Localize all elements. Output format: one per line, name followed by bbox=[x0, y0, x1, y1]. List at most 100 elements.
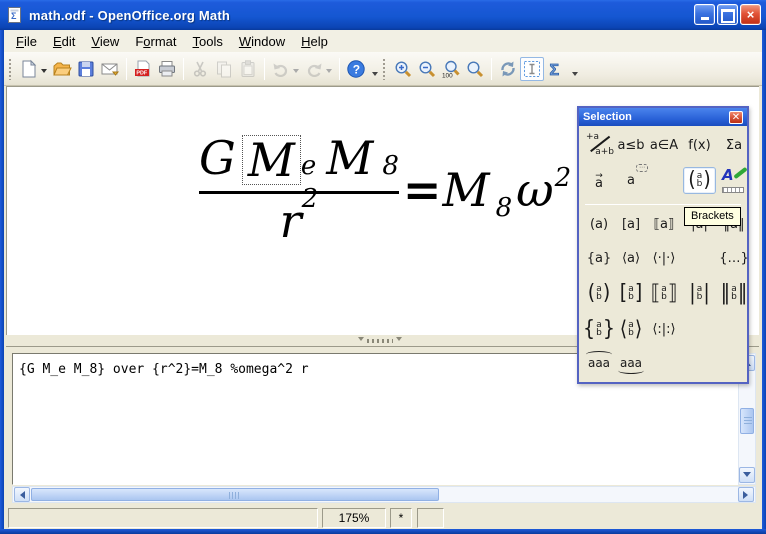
zoom-100-button[interactable]: 100 bbox=[439, 57, 463, 81]
zoom-in-button[interactable] bbox=[391, 57, 415, 81]
window-border-right bbox=[762, 30, 766, 530]
open-button[interactable] bbox=[50, 57, 74, 81]
undo-icon bbox=[271, 59, 291, 79]
scroll-right-button[interactable] bbox=[738, 487, 754, 502]
palette-row: {a}⟨a⟩⟨·|·⟩{…} bbox=[583, 241, 743, 275]
menu-help[interactable]: Help bbox=[293, 32, 336, 51]
palette-cell-group-brackets[interactable]: {…} bbox=[719, 247, 749, 269]
palette-cell-parentheses[interactable]: (a) bbox=[586, 214, 612, 236]
formula-rhs-exponent-2: 2 bbox=[555, 165, 572, 191]
menu-edit[interactable]: Edit bbox=[45, 32, 83, 51]
catalog-button[interactable]: Σ bbox=[544, 57, 568, 81]
zoom-page-button[interactable] bbox=[463, 57, 487, 81]
close-button[interactable]: × bbox=[740, 4, 761, 25]
email-button[interactable] bbox=[98, 57, 122, 81]
palette-cell-unary-binary-operators[interactable]: +aa+b bbox=[586, 134, 612, 156]
undo-button bbox=[269, 57, 293, 81]
menu-file[interactable]: File bbox=[8, 32, 45, 51]
palette-cell-underbrace[interactable]: aaa bbox=[618, 352, 644, 374]
formula-equals: = bbox=[403, 167, 440, 213]
toolbar-overflow-button[interactable] bbox=[372, 72, 378, 79]
menu-tools[interactable]: Tools bbox=[185, 32, 231, 51]
formula-subscript-e: e bbox=[301, 153, 316, 179]
palette-cell-square-brackets-scalable[interactable]: [ab] bbox=[618, 282, 644, 304]
toolbar-grip[interactable] bbox=[382, 58, 386, 80]
selection-palette-titlebar[interactable]: Selection ✕ bbox=[579, 108, 747, 126]
palette-cell-operator-brackets-scalable[interactable]: ⟨:|:⟩ bbox=[651, 318, 677, 340]
palette-cell-overbrace[interactable]: aaa bbox=[586, 352, 612, 374]
formula-selection-box[interactable]: M bbox=[242, 135, 301, 185]
maximize-button[interactable] bbox=[717, 4, 738, 25]
refresh-button[interactable] bbox=[496, 57, 520, 81]
palette-cell-single-lines-scalable[interactable]: |ab| bbox=[687, 282, 713, 304]
vertical-scroll-thumb[interactable] bbox=[740, 408, 754, 434]
palette-cell-functions[interactable]: f(x) bbox=[687, 134, 713, 156]
palette-cell-others[interactable]: a⋯ bbox=[618, 169, 644, 191]
toolbar-overflow-button[interactable] bbox=[572, 72, 578, 79]
palette-cell-angle-brackets-scalable[interactable]: ⟨ab⟩ bbox=[618, 318, 644, 340]
selection-close-button[interactable]: ✕ bbox=[729, 111, 743, 124]
formula-exponent-2: 2 bbox=[302, 186, 319, 212]
palette-cell-double-square-brackets-scalable[interactable]: ⟦ab⟧ bbox=[651, 282, 678, 304]
palette-cell-set-operations[interactable]: a∈A bbox=[650, 134, 678, 156]
palette-cell-relations[interactable]: a≤b bbox=[617, 134, 644, 156]
app-icon: Σ bbox=[6, 6, 24, 24]
formula-display: G M e M 8 r 2 = M 8 ω 2 r bbox=[199, 135, 597, 244]
new-document-icon bbox=[19, 59, 39, 79]
palette-cell-operators[interactable]: Σa bbox=[721, 134, 747, 156]
svg-text:Σ: Σ bbox=[550, 62, 560, 79]
fraction: G M e M 8 r 2 bbox=[199, 135, 399, 244]
save-button[interactable] bbox=[74, 57, 98, 81]
formula-term-M: M bbox=[326, 135, 373, 181]
palette-separator bbox=[585, 204, 741, 205]
scroll-down-button[interactable] bbox=[739, 467, 755, 483]
formula-denominator-r: r bbox=[280, 198, 302, 244]
new-document-button[interactable] bbox=[17, 57, 41, 81]
open-icon bbox=[52, 59, 72, 79]
command-horizontal-scrollbar[interactable] bbox=[12, 486, 756, 503]
palette-row: (ab)[ab]⟦ab⟧|ab|‖ab‖ bbox=[583, 275, 743, 311]
palette-cell-operator-brackets[interactable]: ⟨·|·⟩ bbox=[651, 247, 677, 269]
zoom-out-icon bbox=[417, 59, 437, 79]
menu-view[interactable]: View bbox=[83, 32, 127, 51]
menu-format[interactable]: Format bbox=[127, 32, 184, 51]
palette-cell-braces-scalable[interactable]: {ab} bbox=[583, 318, 615, 340]
selection-palette-title: Selection bbox=[583, 111, 729, 123]
palette-cell-formats[interactable]: A bbox=[721, 168, 747, 192]
formula-cursor-button[interactable] bbox=[520, 57, 544, 81]
palette-cell-parentheses-scalable[interactable]: (ab) bbox=[586, 282, 612, 304]
palette-cell-double-square-brackets[interactable]: ⟦a⟧ bbox=[651, 214, 677, 236]
formula-subscript-8: 8 bbox=[382, 153, 399, 179]
palette-cell-double-lines-scalable[interactable]: ‖ab‖ bbox=[721, 282, 748, 304]
svg-text:PDF: PDF bbox=[136, 70, 147, 76]
minimize-button[interactable] bbox=[694, 4, 715, 25]
email-icon bbox=[100, 59, 120, 79]
zoom-100-icon: 100 bbox=[441, 59, 461, 79]
zoom-level-field[interactable]: 175% bbox=[322, 508, 386, 528]
palette-cell-empty bbox=[721, 352, 747, 374]
palette-cell-square-brackets[interactable]: [a] bbox=[618, 214, 644, 236]
splitter-grip-icon[interactable] bbox=[358, 338, 410, 343]
print-button[interactable] bbox=[155, 57, 179, 81]
toolbar-separator bbox=[264, 58, 265, 80]
window-title: math.odf - OpenOffice.org Math bbox=[29, 8, 230, 23]
zoom-out-button[interactable] bbox=[415, 57, 439, 81]
menu-window[interactable]: Window bbox=[231, 32, 293, 51]
palette-cell-braces[interactable]: {a} bbox=[586, 247, 612, 269]
export-pdf-button[interactable]: PDF bbox=[131, 57, 155, 81]
palette-cell-angle-brackets[interactable]: ⟨a⟩ bbox=[618, 247, 644, 269]
help-button[interactable]: ? bbox=[344, 57, 368, 81]
horizontal-scroll-thumb[interactable] bbox=[31, 488, 439, 501]
selection-palette-body: +aa+ba≤ba∈Af(x)Σa→aa⋯(ab)A(a)[a]⟦a⟧|a|‖a… bbox=[579, 126, 747, 380]
formula-rhs-subscript-8: 8 bbox=[496, 195, 513, 221]
palette-cell-attributes[interactable]: →a bbox=[586, 169, 612, 191]
print-icon bbox=[157, 59, 177, 79]
formula-rhs-M: M bbox=[442, 167, 489, 213]
toolbar-separator bbox=[339, 58, 340, 80]
toolbar-grip[interactable] bbox=[8, 58, 12, 80]
palette-cell-brackets[interactable]: (ab) bbox=[683, 167, 716, 194]
command-text: {G M_e M_8} over {r^2}=M_8 %omega^2 r bbox=[19, 362, 309, 377]
window-border-left bbox=[0, 30, 4, 530]
scroll-left-button[interactable] bbox=[14, 487, 30, 502]
new-document-dropdown-arrow-icon[interactable] bbox=[41, 69, 47, 76]
